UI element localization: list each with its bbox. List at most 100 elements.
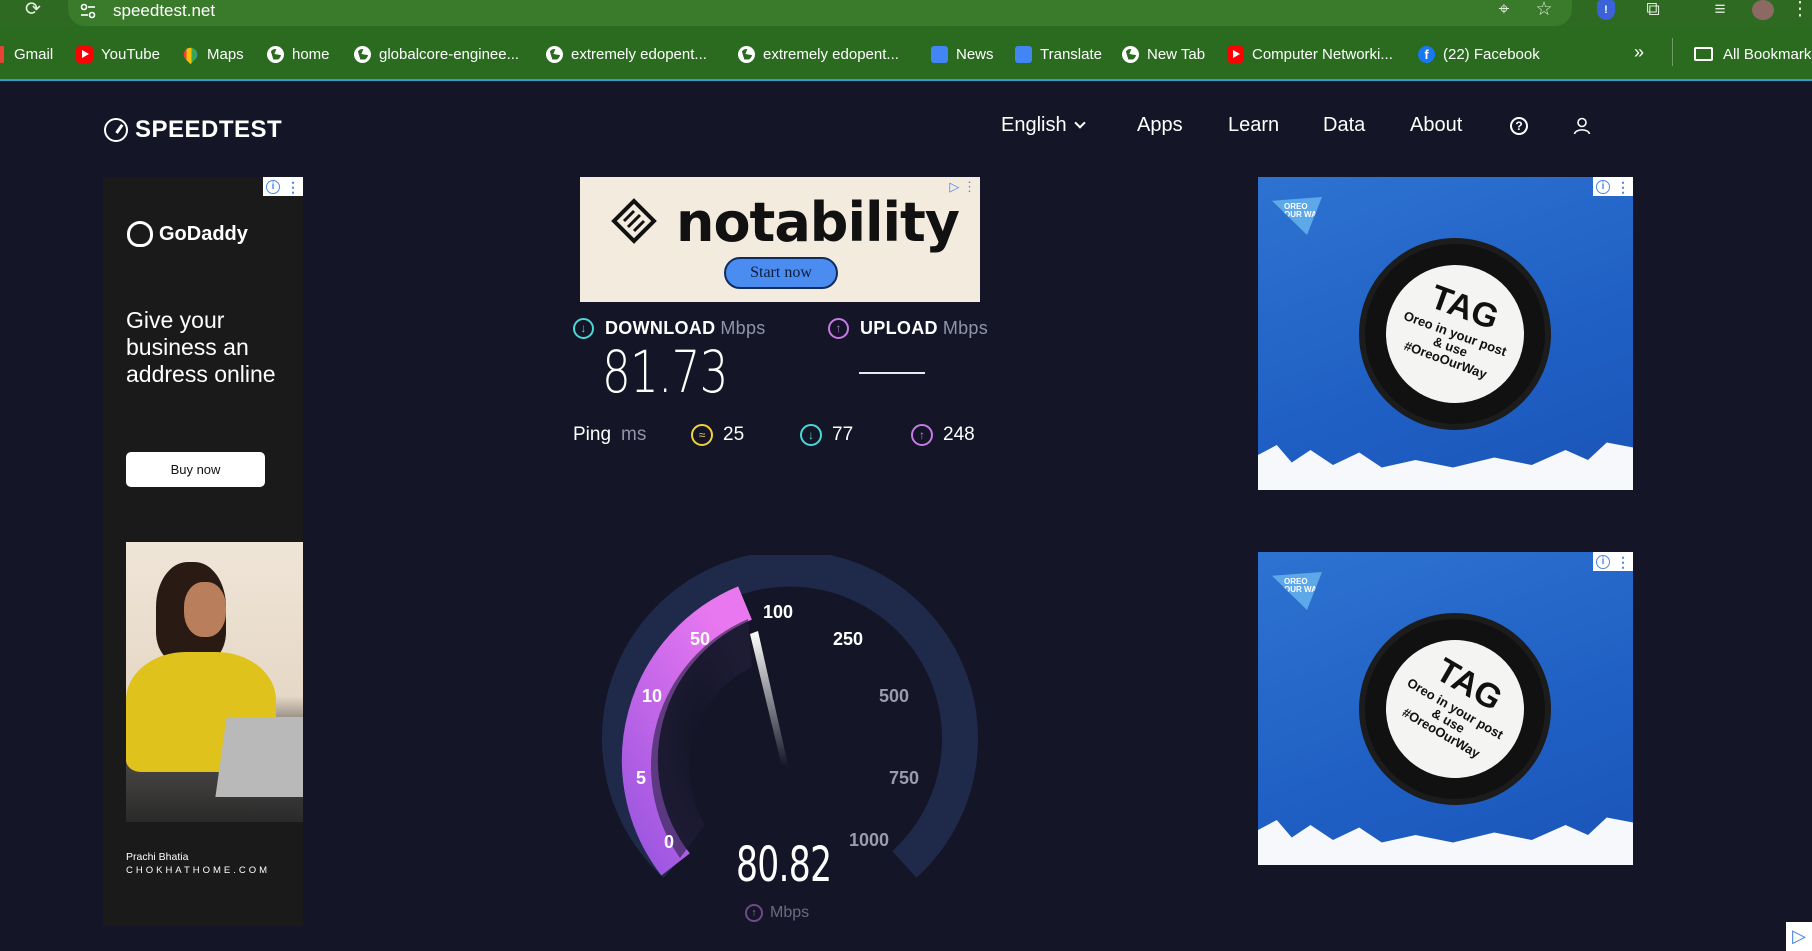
bookmark-home[interactable]: home: [267, 43, 330, 65]
media-control-icon[interactable]: ≡: [1708, 0, 1732, 22]
nav-data[interactable]: Data: [1323, 114, 1365, 137]
nav-learn[interactable]: Learn: [1228, 114, 1279, 137]
godaddy-brand: GoDaddy: [159, 222, 248, 245]
nav-apps[interactable]: Apps: [1137, 114, 1183, 137]
gauge-tick-1000: 1000: [849, 830, 890, 850]
notability-start-now-button[interactable]: Start now: [724, 257, 838, 289]
bookmark-label: (22) Facebook: [1443, 45, 1540, 63]
bookmark-youtube[interactable]: YouTube: [76, 43, 160, 65]
bookmark-globalcore[interactable]: globalcore-enginee...: [354, 43, 519, 65]
oreo-cream: TAG Oreo in your post & use #OreoOurWay: [1360, 614, 1550, 804]
menu-icon[interactable]: ⋮: [1788, 0, 1812, 22]
news-icon: [931, 45, 948, 63]
ad-menu-icon: ⋮: [1616, 178, 1630, 195]
ad-choices-icon[interactable]: ▷: [1786, 922, 1812, 951]
bookmark-computer-networking[interactable]: Computer Networki...: [1227, 43, 1393, 65]
godaddy-buy-now-button[interactable]: Buy now: [126, 452, 265, 487]
bookmark-label: extremely edopent...: [571, 45, 707, 63]
download-unit: Mbps: [720, 318, 766, 338]
gauge-tick-50: 50: [690, 629, 711, 649]
bookmark-star-icon[interactable]: ☆: [1532, 0, 1556, 22]
notability-ad[interactable]: notability Start now ▷ ⋮: [580, 177, 980, 302]
extension-shield-icon[interactable]: !: [1597, 0, 1615, 20]
download-value: 81.73: [602, 338, 728, 406]
oreo-ad-top[interactable]: i ⋮ OREO OUR WAY TAG Oreo in your post & …: [1258, 177, 1633, 490]
globe-icon: [1122, 45, 1139, 63]
bookmark-label: News: [956, 45, 994, 63]
youtube-icon: [1227, 45, 1244, 63]
language-selector[interactable]: English: [1001, 114, 1086, 137]
oreo-brand-badge: OREO OUR WAY: [1272, 197, 1322, 235]
bookmark-new-tab[interactable]: New Tab: [1122, 43, 1205, 65]
ad-info-icon: i: [1596, 554, 1610, 569]
extensions-icon[interactable]: ⧉: [1641, 0, 1665, 22]
ping-idle-value: 25: [723, 424, 745, 445]
bookmark-edopent-2[interactable]: extremely edopent...: [738, 43, 899, 65]
gauge-needle: [750, 631, 788, 767]
milk-splash: [1258, 442, 1633, 490]
gmail-icon: [0, 45, 4, 63]
ping-idle: ≈ 25: [691, 424, 744, 446]
bookmark-facebook[interactable]: f (22) Facebook: [1418, 43, 1540, 65]
photo-face: [184, 582, 226, 637]
download-arrow-icon: ↓: [573, 318, 594, 339]
godaddy-ad[interactable]: i ⋮ GoDaddy Give your business an address…: [103, 177, 303, 926]
upload-value-pending: [859, 372, 925, 374]
bookmark-label: Maps: [207, 45, 244, 63]
nav-about[interactable]: About: [1410, 114, 1462, 137]
credit-name: Prachi Bhatia: [126, 851, 189, 863]
download-label: ↓ DOWNLOAD Mbps: [573, 318, 766, 339]
ping-download: ↓ 77: [800, 424, 853, 446]
all-bookmarks-label: All Bookmarks: [1723, 45, 1812, 63]
profile-avatar[interactable]: [1752, 0, 1774, 20]
bookmark-label: Translate: [1040, 45, 1102, 63]
bookmark-news[interactable]: News: [931, 43, 994, 65]
globe-icon: [267, 45, 284, 63]
bookmark-label: New Tab: [1147, 45, 1206, 63]
milk-splash: [1258, 817, 1633, 865]
bookmarks-overflow-button[interactable]: »: [1634, 42, 1644, 63]
bookmarks-divider: [1672, 38, 1673, 66]
site-settings-icon[interactable]: [78, 1, 98, 21]
ad-choices-badge[interactable]: i ⋮: [1593, 552, 1633, 571]
gauge-tick-250: 250: [833, 629, 864, 649]
godaddy-ad-photo: [126, 542, 303, 822]
maps-icon: [180, 44, 201, 64]
bookmark-label: globalcore-enginee...: [379, 45, 520, 63]
bookmark-label: Gmail: [14, 45, 54, 63]
oreo-brand-badge: OREO OUR WAY: [1272, 572, 1322, 610]
oreo-ad-bottom[interactable]: i ⋮ OREO OUR WAY TAG Oreo in your post & …: [1258, 552, 1633, 865]
speedtest-logo[interactable]: SPEEDTEST: [104, 116, 282, 144]
bookmark-translate[interactable]: Translate: [1015, 43, 1102, 65]
bookmark-maps[interactable]: Maps: [180, 43, 244, 65]
bookmark-edopent-1[interactable]: extremely edopent...: [546, 43, 707, 65]
bookmark-label: home: [292, 45, 330, 63]
ad-choices-badge[interactable]: i ⋮: [263, 177, 303, 196]
all-bookmarks-button[interactable]: All Bookmarks: [1694, 43, 1812, 65]
bookmarks-bar: Gmail YouTube Maps home globalcore-engin…: [0, 26, 1812, 81]
bookmark-label: extremely edopent...: [763, 45, 899, 63]
ad-choices-badge[interactable]: i ⋮: [1593, 177, 1633, 196]
godaddy-logo: GoDaddy: [127, 221, 248, 247]
help-icon[interactable]: ?: [1510, 117, 1528, 135]
upload-unit: Mbps: [942, 318, 989, 338]
upload-arrow-icon: ↑: [828, 318, 849, 339]
reload-icon[interactable]: ⟳: [22, 0, 44, 22]
ad-choices-icon[interactable]: ▷ ⋮: [949, 179, 976, 195]
translate-icon: [1015, 45, 1032, 63]
gauge-tick-10: 10: [642, 686, 663, 706]
globe-icon: [738, 45, 755, 63]
url-text[interactable]: speedtest.net: [113, 1, 215, 21]
user-icon[interactable]: [1572, 116, 1592, 136]
bookmark-label: YouTube: [101, 45, 160, 63]
location-icon[interactable]: ⌖: [1492, 0, 1516, 22]
upload-title: UPLOAD: [860, 318, 938, 338]
gauge-tick-5: 5: [636, 768, 647, 788]
photo-credit: Prachi Bhatia CHOKHATHOME.COM: [126, 850, 270, 878]
photo-laptop: [215, 717, 303, 797]
omnibox[interactable]: [68, 0, 1572, 26]
gauge-tick-750: 750: [889, 768, 920, 788]
godaddy-headline: Give your business an address online: [126, 307, 276, 387]
speed-unit-label: Mbps: [770, 904, 810, 921]
bookmark-gmail[interactable]: Gmail: [0, 43, 53, 65]
